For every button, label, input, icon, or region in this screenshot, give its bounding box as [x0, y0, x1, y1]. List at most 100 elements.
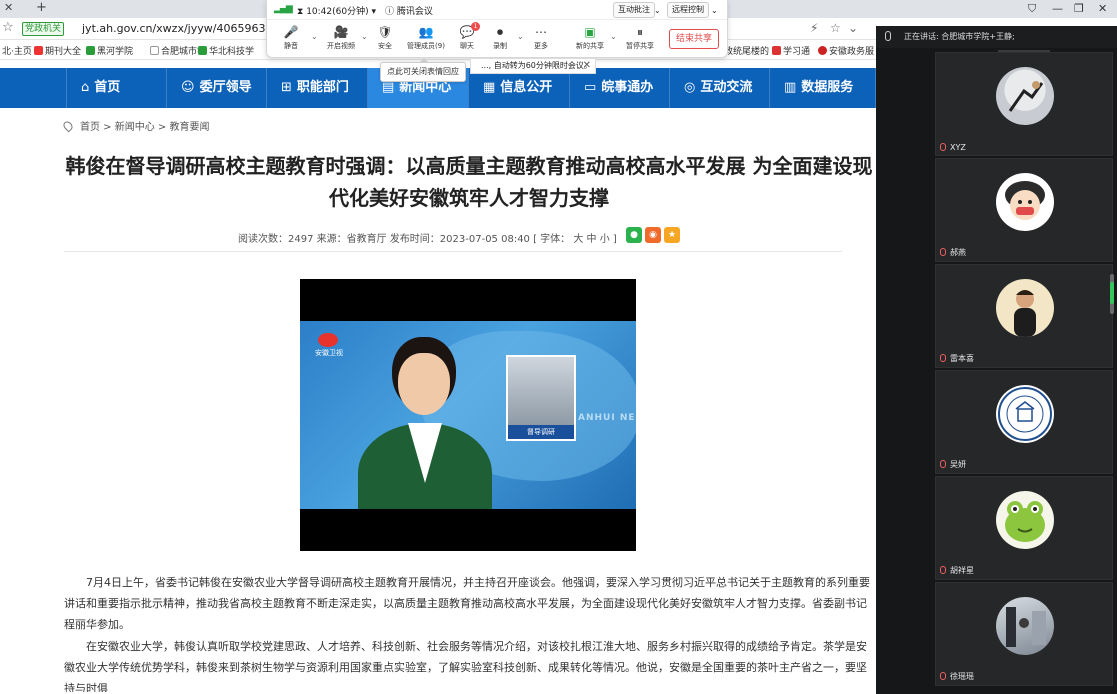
nav-home[interactable]: ⌂ 首页	[66, 68, 166, 108]
bookmark-item[interactable]: 学习通	[772, 44, 810, 57]
close-window-icon[interactable]: ✕	[1098, 2, 1107, 15]
location-pin-icon	[61, 119, 75, 133]
participant-avatar	[996, 385, 1054, 443]
participant-name: 雷本喜	[940, 353, 974, 364]
speaking-indicator: 正在讲话: 合肥城市学院+王静;	[876, 26, 1117, 48]
book-icon: ▥	[784, 80, 797, 95]
record-button[interactable]: ⏺ 录制	[480, 24, 520, 51]
bookmark-item[interactable]: 黑河学院	[86, 44, 133, 57]
start-video-button[interactable]: 🎥 开启视频	[321, 24, 361, 51]
bookmark-item[interactable]: 期刊大全	[34, 44, 81, 57]
more-button[interactable]: ⋯ 更多	[521, 24, 561, 51]
chat-icon: ◎	[684, 80, 696, 95]
annotation-chevron-icon[interactable]: ⌄	[650, 4, 665, 20]
remote-chevron-icon[interactable]: ⌄	[707, 4, 722, 20]
end-share-button[interactable]: 结束共享	[669, 29, 719, 49]
wechat-share-icon[interactable]: ●	[626, 227, 642, 243]
microphone-icon: 🎤	[283, 25, 299, 39]
participant-tile[interactable]: 徐瑶瑶	[935, 582, 1113, 686]
article-paragraph: 7月4日上午，省委书记韩俊在安徽农业大学督导调研高校主题教育开展情况，并主持召开…	[64, 576, 870, 631]
secure-badge: 党政机关	[22, 22, 65, 36]
shield-icon: 🛡	[377, 25, 393, 39]
share-chevron-icon[interactable]: ⌄	[610, 32, 617, 41]
nav-interaction[interactable]: ◎ 互动交流	[669, 68, 769, 108]
participant-name: 吴妍	[940, 459, 966, 470]
mute-button[interactable]: 🎤 静音	[271, 24, 311, 51]
channel-logo: 安徽卫视	[312, 333, 346, 357]
camera-icon: 🎥	[333, 25, 349, 39]
news-icon: ▤	[382, 80, 395, 95]
nav-leaders[interactable]: ☺ 委厅领导	[166, 68, 266, 108]
bookmark-item[interactable]: 华北科技学	[198, 44, 254, 57]
remote-control-button[interactable]: 远程控制	[667, 2, 709, 18]
article-title: 韩俊在督导调研高校主题教育时强调：以高质量主题教育推动高校高水平发展 为全面建设…	[65, 154, 873, 210]
participant-tile[interactable]: 雷本喜	[935, 264, 1113, 368]
nav-services[interactable]: ▭ 皖事通办	[569, 68, 669, 108]
weibo-share-icon[interactable]: ◉	[645, 227, 661, 243]
home-icon: ⌂	[81, 80, 90, 95]
mute-chevron-icon[interactable]: ⌄	[311, 32, 318, 41]
tab-close-icon[interactable]: ✕	[4, 1, 13, 14]
news-anchor	[398, 353, 450, 415]
gallery-scrollbar[interactable]	[1110, 274, 1114, 314]
reaction-tooltip[interactable]: 点此可关闭表情回应	[380, 58, 466, 82]
divider	[64, 251, 842, 252]
participant-tile[interactable]: 吴妍	[935, 370, 1113, 474]
participant-name: 徐瑶瑶	[940, 671, 974, 682]
participant-name: 胡祥星	[940, 565, 974, 576]
meeting-timer[interactable]: ⧗ 10:42(60分钟) ▾	[297, 4, 376, 17]
record-icon: ⏺	[496, 25, 503, 39]
org-chart-icon: ⊞	[281, 80, 292, 95]
interactive-annotation-button[interactable]: 互动批注	[613, 2, 655, 18]
chat-badge: 1	[471, 22, 480, 31]
bookmark-star-icon[interactable]: ☆	[830, 21, 841, 35]
document-icon: ▦	[483, 80, 496, 95]
security-button[interactable]: 🛡 安全	[365, 24, 405, 51]
article-paragraph: 在安徽农业大学，韩俊认真听取学校党建思政、人才培养、科技创新、社会服务等情况介绍…	[64, 640, 867, 692]
news-video[interactable]: 安徽卫视 督导调研 ANHUI NE	[300, 279, 636, 551]
participant-avatar	[996, 67, 1054, 125]
nav-data-services[interactable]: ▥ 数据服务	[769, 68, 876, 108]
participant-avatar	[996, 597, 1054, 655]
participant-name: 郝燕	[940, 247, 966, 258]
bookmark-item[interactable]: 安徽政务服	[818, 44, 874, 57]
shirt-icon[interactable]: ⛉	[1028, 2, 1036, 16]
article-meta: 阅读次数：2497 来源：省教育厅 发布时间：2023-07-05 08:40 …	[238, 234, 617, 245]
meeting-app-name: ⓘ 腾讯会议	[385, 7, 433, 17]
new-tab-icon[interactable]: +	[36, 0, 47, 15]
new-share-button[interactable]: ▣ 新的共享	[570, 24, 610, 51]
participant-name: XYZ	[940, 143, 966, 152]
signal-icon: ▂▄▆	[274, 4, 293, 14]
participant-tile[interactable]: 郝燕	[935, 158, 1113, 262]
chevron-down-icon[interactable]: ⌄	[848, 21, 858, 35]
screen-share-icon: ▣	[584, 25, 596, 39]
monitor-icon: ▭	[584, 80, 597, 95]
more-dots-icon: ⋯	[535, 25, 547, 39]
participant-tile[interactable]: 胡祥星	[935, 476, 1113, 580]
bookmark-item[interactable]: 北·主页	[2, 44, 32, 57]
video-frame: 安徽卫视 督导调研 ANHUI NE	[300, 321, 636, 509]
video-watermark: ANHUI NE	[578, 413, 636, 423]
manage-members-button[interactable]: 👥 管理成员(9)	[406, 24, 446, 51]
participant-avatar	[996, 491, 1054, 549]
participant-tile[interactable]: XYZ	[935, 52, 1113, 156]
star-icon[interactable]: ☆	[2, 20, 14, 35]
meeting-notice: ..., 自动转为60分钟限时会议。 ✕	[470, 58, 596, 74]
notice-close-icon[interactable]: ✕	[583, 59, 591, 73]
minimize-icon[interactable]: —	[1052, 2, 1063, 15]
bookmark-item[interactable]: 政统尾楼的	[724, 44, 769, 57]
meeting-toolbar: ▂▄▆ ⧗ 10:42(60分钟) ▾ ⓘ 腾讯会议 互动批注 ⌄ 远程控制 ⌄…	[266, 0, 728, 58]
lightning-icon[interactable]: ⚡	[810, 21, 818, 35]
leader-icon: ☺	[181, 80, 195, 95]
nav-departments[interactable]: ⊞ 职能部门	[266, 68, 367, 108]
maximize-icon[interactable]: ❐	[1074, 2, 1084, 15]
pause-share-button[interactable]: ⏸ 暂停共享	[620, 24, 660, 51]
video-inset: 督导调研	[506, 355, 576, 441]
favorite-star-icon[interactable]: ★	[664, 227, 680, 243]
meeting-gallery: 正在讲话: 合肥城市学院+王静; ︿ XYZ 郝燕 雷本喜 吴妍 胡祥星	[876, 26, 1117, 694]
members-icon: 👥	[418, 25, 434, 39]
pause-icon: ⏸	[636, 25, 643, 39]
participant-avatar	[996, 173, 1054, 231]
nav-info-public[interactable]: ▦ 信息公开	[468, 68, 569, 108]
microphone-icon	[885, 31, 891, 41]
